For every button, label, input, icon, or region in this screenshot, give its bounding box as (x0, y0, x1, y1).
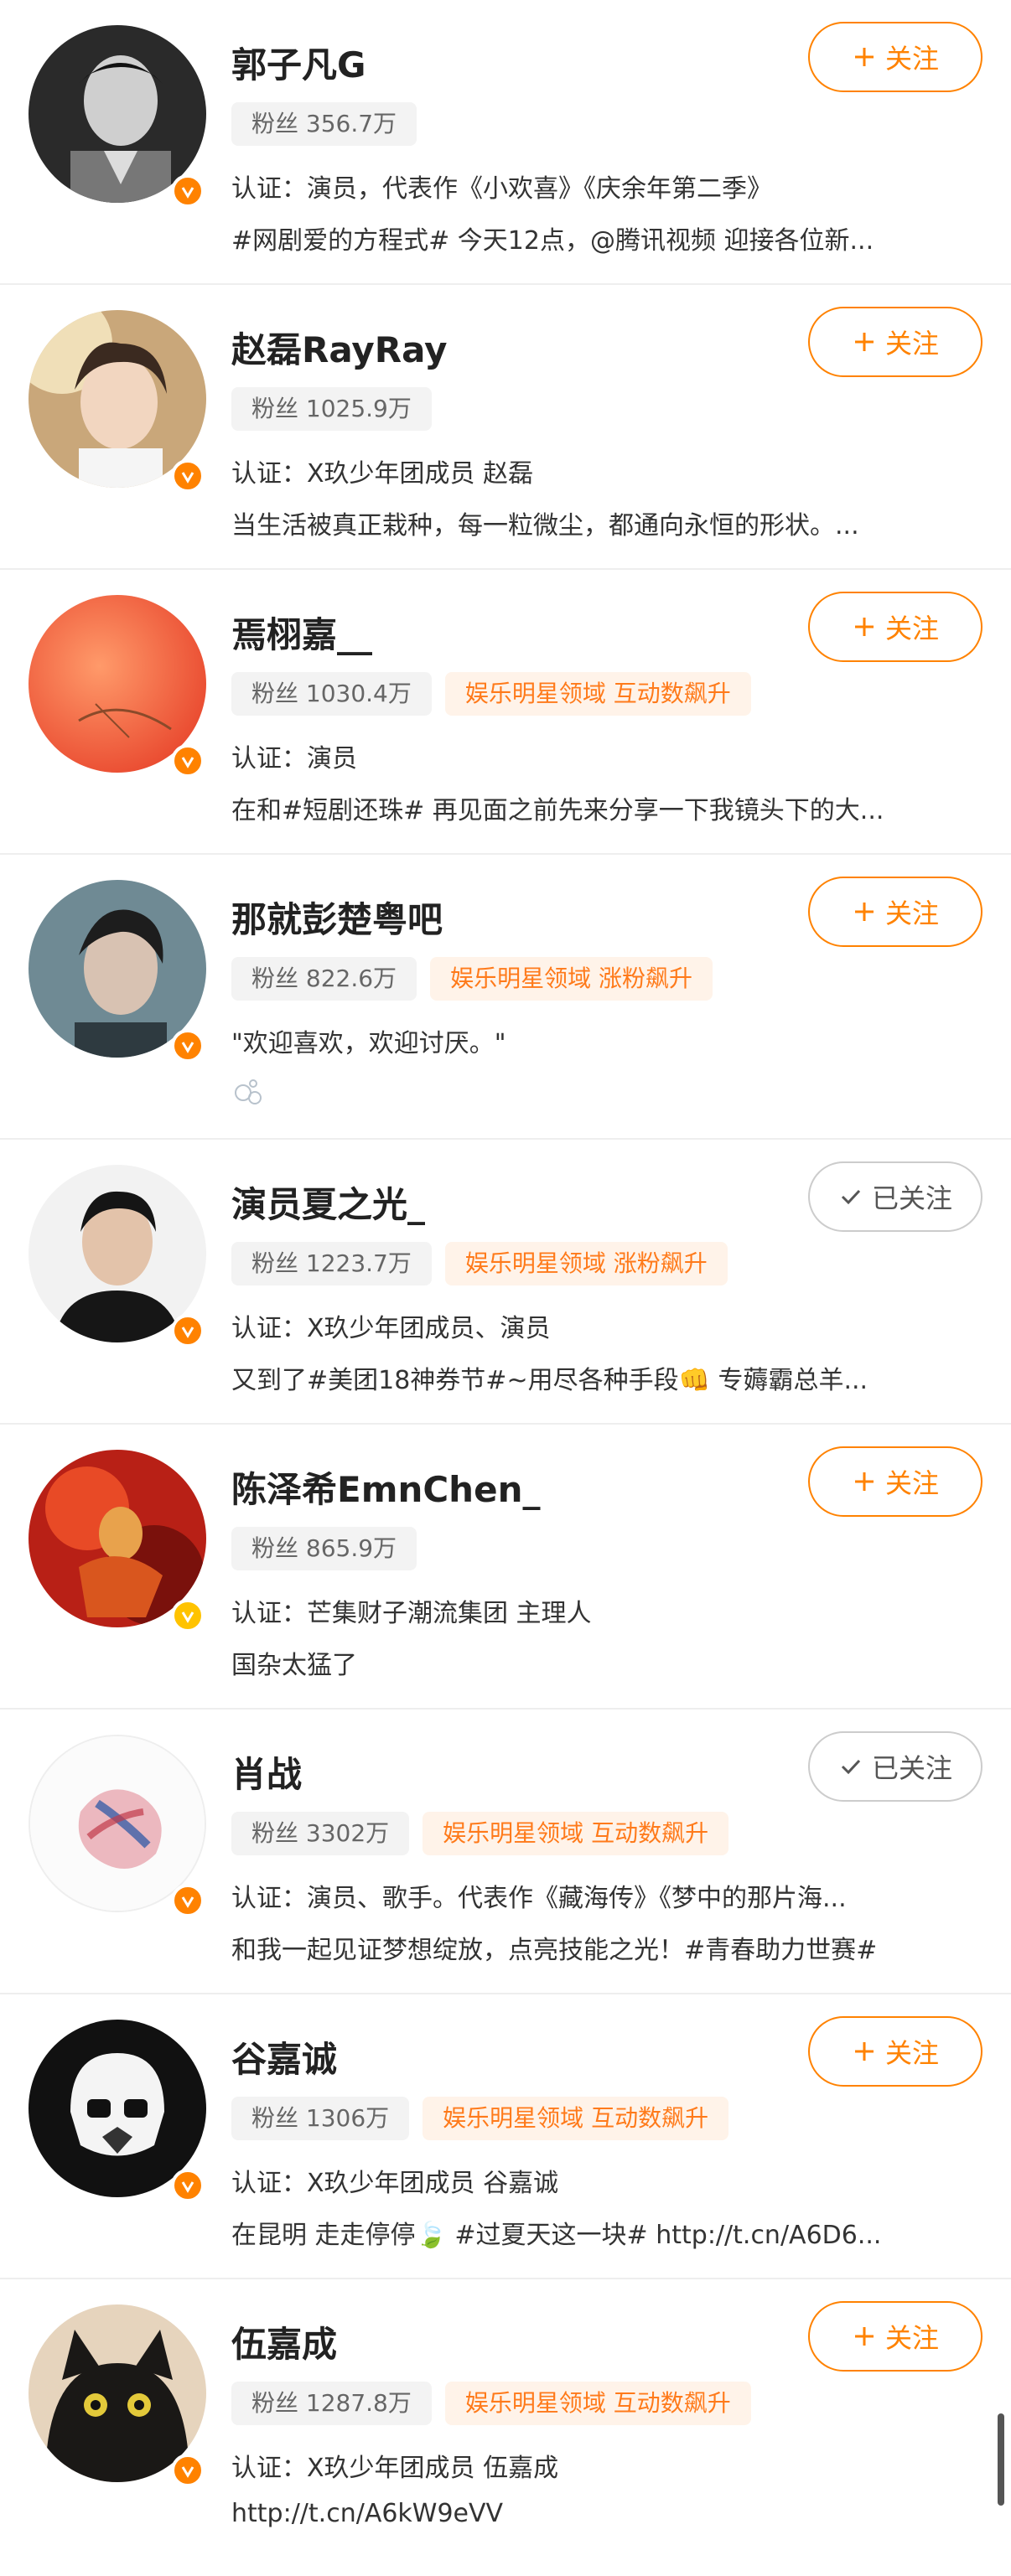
verification-text: 认证：芒集财子潮流集团 主理人 (231, 1599, 592, 1628)
user-name[interactable]: 伍嘉成 (231, 2316, 337, 2367)
latest-post[interactable]: 国杂太猛了 (231, 1644, 969, 1681)
trend-tag: 娱乐明星领域 互动数飙升 (444, 2382, 751, 2425)
follow-button-label: 关注 (884, 897, 939, 929)
user-row[interactable]: 赵磊RayRay 粉丝 1025.9万 认证：X玖少年团成员 赵磊 当生活被真正… (0, 285, 1011, 570)
follow-button-label: 关注 (884, 613, 939, 644)
avatar[interactable] (29, 595, 206, 778)
user-name[interactable]: 赵磊RayRay (231, 322, 448, 373)
latest-post[interactable]: 当生活被真正栽种，每一粒微尘，都通向永恒的形状。... (231, 504, 969, 541)
follow-button[interactable]: 关注 (808, 2301, 982, 2372)
follow-button-label: 关注 (884, 43, 939, 75)
latest-post[interactable]: 又到了#美团18神券节#~用尽各种手段👊 专薅霸总羊... (231, 1359, 969, 1396)
user-row[interactable]: 郭子凡G 粉丝 356.7万 认证：演员，代表作《小欢喜》《庆余年第二季》 #网… (0, 0, 1011, 285)
verification-text: 认证：演员 (231, 744, 357, 773)
user-name[interactable]: 陈泽希EmnChen_ (231, 1461, 540, 1513)
following-button[interactable]: 已关注 (808, 1731, 982, 1802)
user-row[interactable]: 伍嘉成 粉丝 1287.8万 娱乐明星领域 互动数飙升 认证：X玖少年团成员 伍… (0, 2279, 1011, 2564)
following-button[interactable]: 已关注 (808, 1161, 982, 1232)
trend-tag: 娱乐明星领域 涨粉飙升 (430, 957, 713, 1001)
follow-button-label: 关注 (884, 2322, 939, 2354)
avatar[interactable] (29, 1735, 206, 1917)
latest-post[interactable]: 和我一起见证梦想绽放，点亮技能之光！#青春助力世赛# (231, 1929, 969, 1966)
bio-text: "欢迎喜欢，欢迎讨厌。" (231, 1029, 506, 1058)
fans-count: 粉丝 1025.9万 (231, 387, 432, 431)
follow-button[interactable]: 关注 (808, 877, 982, 947)
verified-badge-icon (171, 1884, 205, 1917)
verified-badge-icon (171, 2169, 205, 2202)
user-list: 郭子凡G 粉丝 356.7万 认证：演员，代表作《小欢喜》《庆余年第二季》 #网… (0, 0, 1011, 2564)
trend-tag: 娱乐明星领域 涨粉飙升 (444, 1242, 728, 1285)
user-row[interactable]: 那就彭楚粤吧 粉丝 822.6万 娱乐明星领域 涨粉飙升 "欢迎喜欢，欢迎讨厌。… (0, 855, 1011, 1140)
verified-badge-icon (171, 1029, 205, 1063)
follow-button[interactable]: 关注 (808, 307, 982, 377)
follow-button[interactable]: 关注 (808, 1446, 982, 1517)
latest-post[interactable]: 在和#短剧还珠# 再见面之前先来分享一下我镜头下的大... (231, 789, 969, 826)
latest-post[interactable]: #网剧爱的方程式# 今天12点，@腾讯视频 迎接各位新... (231, 220, 969, 256)
verified-badge-icon (171, 744, 205, 778)
avatar[interactable] (29, 25, 206, 208)
user-row[interactable]: 肖战 粉丝 3302万 娱乐明星领域 互动数飙升 认证：演员、歌手。代表作《藏海… (0, 1710, 1011, 1994)
verification-text: 认证：演员、歌手。代表作《藏海传》《梦中的那片海... (231, 1884, 847, 1913)
user-row[interactable]: 谷嘉诚 粉丝 1306万 娱乐明星领域 互动数飙升 认证：X玖少年团成员 谷嘉诚… (0, 1994, 1011, 2279)
follow-button-label: 已关注 (871, 1752, 952, 1784)
fans-count: 粉丝 356.7万 (231, 102, 417, 146)
latest-post[interactable]: http://t.cn/A6kW9eVV (231, 2499, 969, 2528)
user-name[interactable]: 演员夏之光_ (231, 1177, 425, 1228)
verified-badge-icon (171, 1599, 205, 1632)
user-name[interactable]: 那就彭楚粤吧 (231, 892, 443, 943)
verification-text: 认证：X玖少年团成员 谷嘉诚 (231, 2169, 559, 2198)
bubble-icon (231, 1074, 969, 1115)
check-icon (841, 1189, 861, 1205)
follow-button-label: 关注 (884, 2037, 939, 2069)
verification-text: 认证：X玖少年团成员、演员 (231, 1314, 551, 1343)
user-row[interactable]: 陈泽希EmnChen_ 粉丝 865.9万 认证：芒集财子潮流集团 主理人 国杂… (0, 1425, 1011, 1710)
user-name[interactable]: 焉栩嘉__ (231, 607, 372, 658)
avatar[interactable] (29, 1450, 206, 1632)
check-icon (841, 1759, 861, 1775)
plus-icon (854, 2327, 874, 2346)
plus-icon (854, 48, 874, 66)
avatar[interactable] (29, 2020, 206, 2202)
verification-text: 认证：X玖少年团成员 伍嘉成 (231, 2454, 559, 2483)
fans-count: 粉丝 3302万 (231, 1812, 410, 1855)
user-name[interactable]: 郭子凡G (231, 37, 366, 88)
scrollbar[interactable] (998, 2413, 1004, 2506)
verified-badge-icon (171, 2454, 205, 2487)
follow-button-label: 已关注 (871, 1182, 952, 1214)
verified-badge-icon (171, 174, 205, 208)
fans-count: 粉丝 1223.7万 (231, 1242, 432, 1285)
verification-text: 认证：X玖少年团成员 赵磊 (231, 459, 534, 489)
fans-count: 粉丝 1287.8万 (231, 2382, 432, 2425)
user-name[interactable]: 肖战 (231, 1746, 302, 1798)
plus-icon (854, 618, 874, 636)
user-row[interactable]: 焉栩嘉__ 粉丝 1030.4万 娱乐明星领域 互动数飙升 认证：演员 在和#短… (0, 570, 1011, 855)
avatar[interactable] (29, 2304, 206, 2487)
fans-count: 粉丝 1306万 (231, 2097, 410, 2140)
user-row[interactable]: 演员夏之光_ 粉丝 1223.7万 娱乐明星领域 涨粉飙升 认证：X玖少年团成员… (0, 1140, 1011, 1425)
trend-tag: 娱乐明星领域 互动数飙升 (444, 672, 751, 716)
plus-icon (854, 1472, 874, 1491)
plus-icon (854, 333, 874, 351)
user-name[interactable]: 谷嘉诚 (231, 2031, 337, 2082)
fans-count: 粉丝 822.6万 (231, 957, 417, 1001)
trend-tag: 娱乐明星领域 互动数飙升 (423, 1812, 729, 1855)
avatar[interactable] (29, 1165, 206, 1347)
verification-text: 认证：演员，代表作《小欢喜》《庆余年第二季》 (231, 174, 772, 204)
follow-button[interactable]: 关注 (808, 2016, 982, 2087)
fans-count: 粉丝 865.9万 (231, 1527, 417, 1570)
follow-button-label: 关注 (884, 328, 939, 360)
fans-count: 粉丝 1030.4万 (231, 672, 432, 716)
verified-badge-icon (171, 1314, 205, 1347)
latest-post[interactable]: 在昆明 走走停停🍃 #过夏天这一块# http://t.cn/A6D6... (231, 2214, 969, 2251)
verified-badge-icon (171, 459, 205, 493)
plus-icon (854, 903, 874, 921)
avatar[interactable] (29, 310, 206, 493)
follow-button-label: 关注 (884, 1467, 939, 1499)
plus-icon (854, 2042, 874, 2061)
avatar[interactable] (29, 880, 206, 1063)
follow-button[interactable]: 关注 (808, 592, 982, 662)
trend-tag: 娱乐明星领域 互动数飙升 (423, 2097, 729, 2140)
follow-button[interactable]: 关注 (808, 22, 982, 92)
